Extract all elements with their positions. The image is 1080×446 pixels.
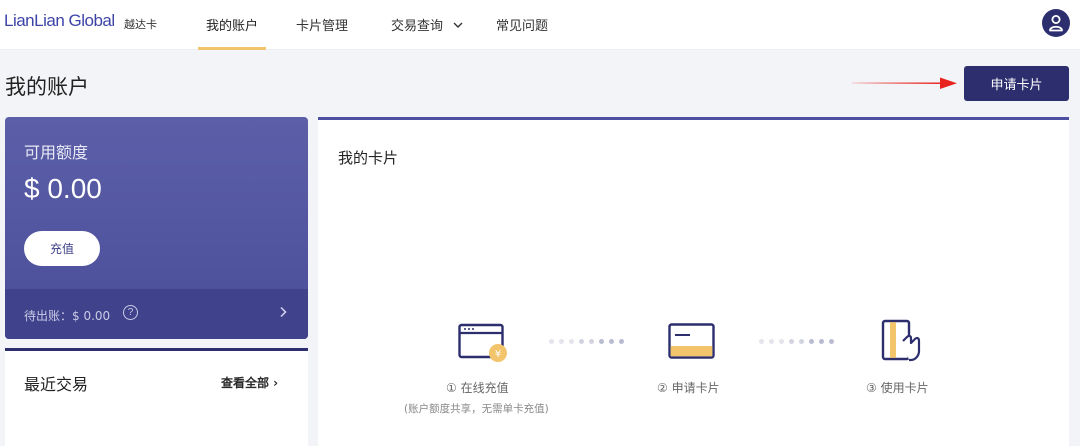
top-navbar: LianLian Global 越达卡 我的账户 卡片管理 交易查询 常见问题 [0,0,1080,50]
help-icon[interactable]: ? [123,305,138,320]
nav-active-indicator [198,47,266,50]
step-label-apply-card: ② 申请卡片 [657,381,720,395]
chevron-right-icon [280,306,287,318]
available-balance-amount: $ 0.00 [24,173,102,204]
nav-item-card-management[interactable]: 卡片管理 [296,15,348,34]
apply-card-button[interactable]: 申请卡片 [964,66,1069,101]
user-icon [1049,15,1063,32]
page-title: 我的账户 [5,75,89,99]
step-sub-online-recharge: (账户额度共享，无需单卡充值) [404,403,549,415]
pending-balance-text: 待出账：$ 0.00 [24,309,111,323]
my-cards-title: 我的卡片 [338,149,399,167]
recent-transactions-title: 最近交易 [24,375,89,394]
pending-balance-row[interactable]: 待出账：$ 0.00 ? [5,289,308,339]
nav-item-transaction-query-label: 交易查询 [391,19,444,34]
recharge-button[interactable]: 充值 [24,231,100,266]
user-avatar-button[interactable] [1042,9,1070,37]
card-icon [668,323,715,359]
step-connector-dots [759,339,834,344]
red-arrow-annotation [852,77,957,89]
brand-logo[interactable]: LianLian Global [4,11,115,31]
nav-item-my-account[interactable]: 我的账户 [206,15,258,34]
step-label-use-card: ③ 使用卡片 [866,381,929,395]
recent-transactions-panel: 最近交易 查看全部 › [5,348,308,446]
use-card-icon [881,319,921,362]
chevron-down-icon [453,22,463,28]
my-cards-panel: 我的卡片 ¥ ① 在线充值 (账户额度共享，无需单卡充值) ② 申请卡片 ③ 使… [318,117,1069,446]
nav-item-faq[interactable]: 常见问题 [496,15,548,34]
brand-product-name: 越达卡 [124,18,157,31]
available-balance-label: 可用额度 [24,143,89,162]
step-label-online-recharge: ① 在线充值 [446,381,509,395]
nav-item-transaction-query[interactable]: 交易查询 [391,15,463,34]
step-connector-dots [549,339,624,344]
view-all-link[interactable]: 查看全部 › [221,374,278,391]
available-balance-card: 可用额度 $ 0.00 充值 待出账：$ 0.00 ? [5,117,308,339]
svg-text:¥: ¥ [495,349,501,360]
online-recharge-icon: ¥ [458,323,507,362]
